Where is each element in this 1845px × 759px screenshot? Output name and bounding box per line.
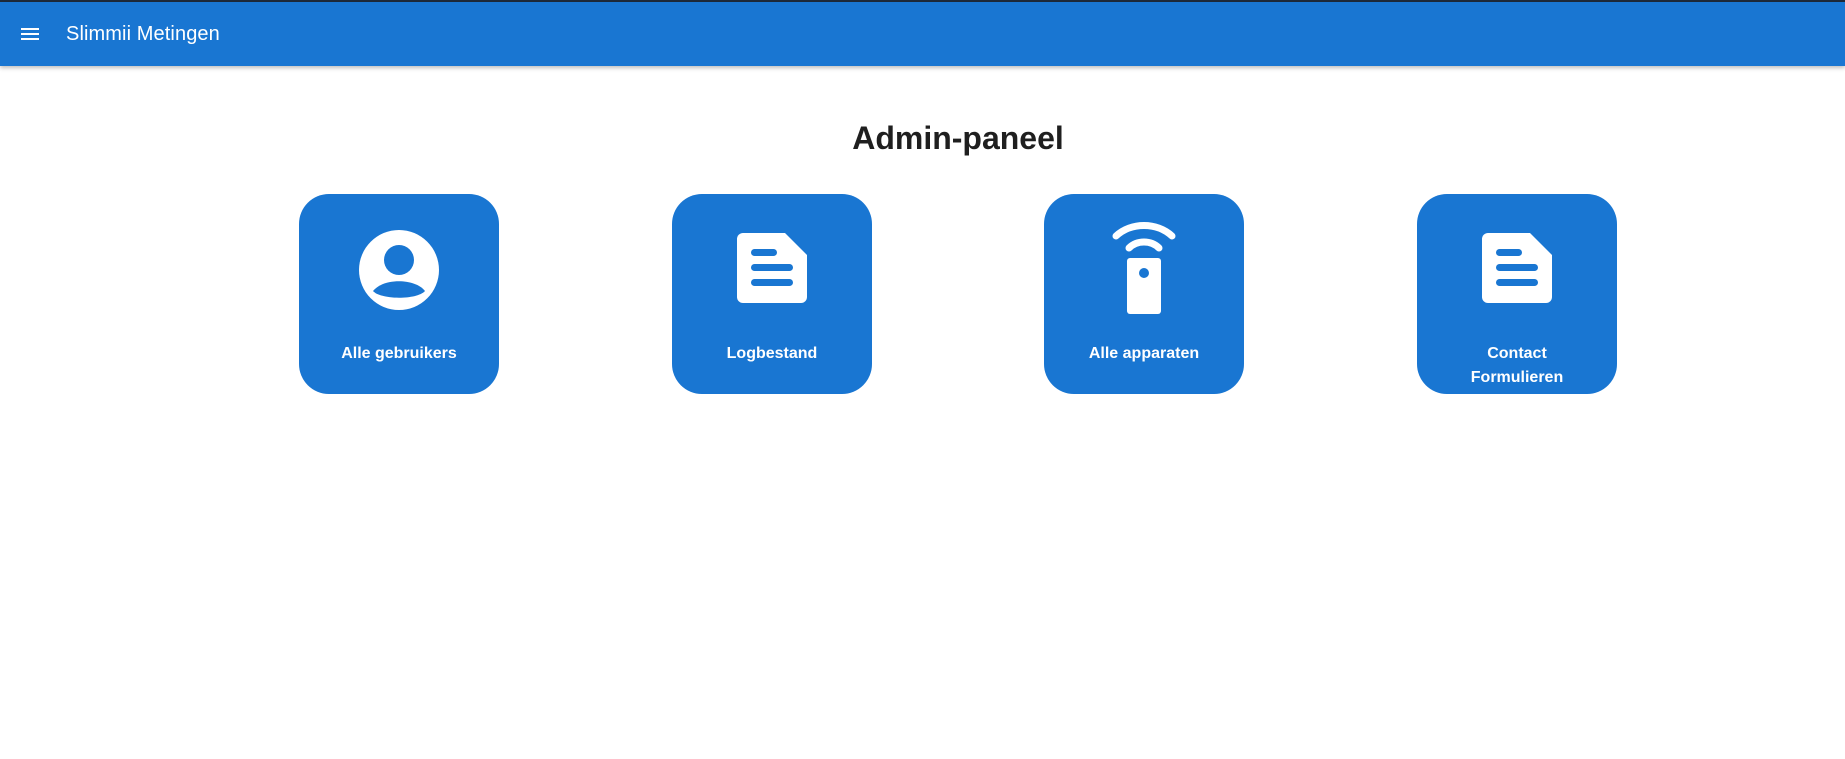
tile-label: Alle gebruikers [341,345,457,362]
menu-button[interactable] [16,20,44,48]
tile-logfile[interactable]: Logbestand [672,194,872,394]
app-bar: Slimmii Metingen [0,2,1845,66]
remote-device-icon [1112,222,1176,314]
document-icon [737,233,807,303]
tile-label: Contact Formulieren [1470,345,1564,386]
app-title: Slimmii Metingen [66,22,220,45]
account-circle-icon [359,230,439,310]
document-icon [1482,233,1552,303]
menu-icon [21,28,39,40]
page-title: Admin-paneel [852,120,1064,156]
tile-label: Alle apparaten [1088,345,1200,362]
tile-label: Logbestand [726,345,818,362]
tile-all-devices[interactable]: Alle apparaten [1044,194,1244,394]
tile-all-users[interactable]: Alle gebruikers [299,194,499,394]
tile-contact-forms[interactable]: Contact Formulieren [1417,194,1617,394]
